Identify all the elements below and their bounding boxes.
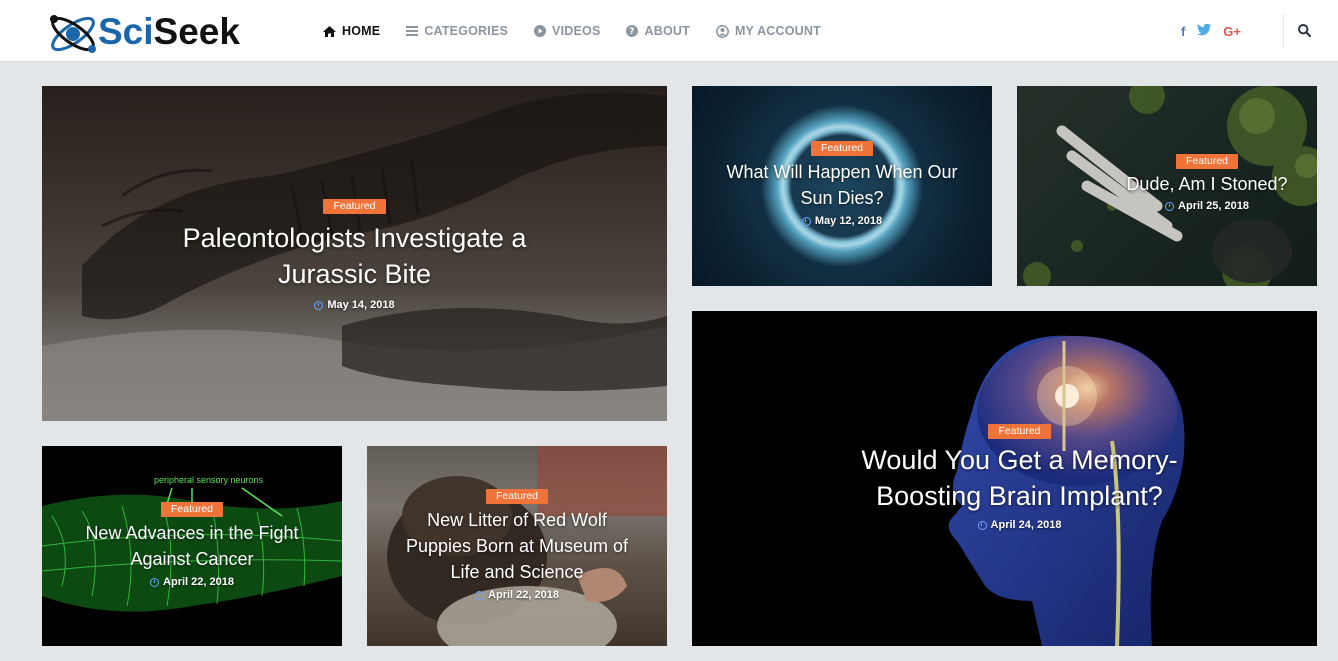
site-name: SciSeek	[98, 11, 240, 53]
post-date-text: April 22, 2018	[488, 589, 559, 601]
home-icon	[323, 25, 336, 37]
search-icon[interactable]	[1298, 24, 1312, 42]
post-tile-cancer[interactable]: peripheral sensory neurons Featured New …	[42, 446, 342, 646]
main-nav: HOME CATEGORIES VIDEOS ? ABOUT MY ACCOUN…	[323, 0, 847, 62]
post-caption: Featured New Litter of Red Wolf Puppies …	[367, 486, 667, 601]
nav-categories[interactable]: CATEGORIES	[406, 24, 508, 38]
nav-home[interactable]: HOME	[323, 24, 380, 38]
nav-about[interactable]: ? ABOUT	[626, 24, 690, 38]
clock-icon	[977, 520, 987, 530]
post-date-text: April 22, 2018	[163, 576, 234, 588]
site-logo[interactable]: SciSeek	[44, 4, 240, 60]
clock-icon	[1165, 201, 1175, 211]
site-name-part1: Sci	[98, 11, 154, 52]
clock-icon	[801, 216, 811, 226]
post-caption: Featured What Will Happen When Our Sun D…	[692, 138, 992, 227]
featured-badge[interactable]: Featured	[1175, 154, 1239, 169]
play-icon	[534, 25, 547, 37]
post-title[interactable]: Dude, Am I Stoned?	[1087, 171, 1317, 197]
nav-videos-label: VIDEOS	[552, 24, 601, 38]
facebook-icon[interactable]: f	[1181, 24, 1185, 39]
featured-badge[interactable]: Featured	[160, 502, 224, 517]
featured-badge[interactable]: Featured	[988, 424, 1051, 439]
post-date-text: May 12, 2018	[814, 215, 883, 227]
post-tile-stoned[interactable]: Featured Dude, Am I Stoned? April 25, 20…	[1017, 86, 1317, 286]
atom-logo-icon	[44, 5, 102, 59]
post-date-text: May 14, 2018	[327, 299, 395, 311]
svg-text:?: ?	[630, 27, 635, 37]
site-name-part2: Seek	[153, 11, 240, 52]
site-header: SciSeek HOME CATEGORIES VIDEOS ? ABOUT M…	[0, 0, 1338, 62]
post-tile-brain-implant[interactable]: Featured Would You Get a Memory-Boosting…	[692, 311, 1317, 646]
social-links: f G+	[1169, 0, 1241, 62]
featured-badge[interactable]: Featured	[323, 199, 386, 214]
clock-icon	[475, 590, 485, 600]
twitter-icon[interactable]	[1197, 23, 1212, 39]
post-tile-paleontologists[interactable]: Featured Paleontologists Investigate a J…	[42, 86, 667, 421]
header-divider	[1283, 14, 1284, 48]
post-caption: Featured Dude, Am I Stoned? April 25, 20…	[1087, 151, 1317, 212]
user-icon	[715, 24, 729, 38]
post-caption: Featured New Advances in the Fight Again…	[42, 499, 342, 588]
post-title[interactable]: New Advances in the Fight Against Cancer	[77, 520, 307, 572]
featured-badge[interactable]: Featured	[485, 489, 549, 504]
post-date-text: April 24, 2018	[990, 519, 1062, 531]
post-date-text: April 25, 2018	[1178, 200, 1249, 212]
nav-my-account[interactable]: MY ACCOUNT	[715, 24, 821, 38]
nav-categories-label: CATEGORIES	[424, 24, 509, 38]
clock-icon	[314, 300, 324, 310]
post-title[interactable]: Paleontologists Investigate a Jurassic B…	[145, 220, 565, 292]
menu-icon	[406, 26, 419, 36]
post-title[interactable]: Would You Get a Memory-Boosting Brain Im…	[840, 442, 1200, 514]
post-date: April 25, 2018	[1087, 200, 1317, 212]
post-title[interactable]: New Litter of Red Wolf Puppies Born at M…	[397, 507, 637, 585]
post-tile-red-wolf[interactable]: Featured New Litter of Red Wolf Puppies …	[367, 446, 667, 646]
clock-icon	[150, 577, 160, 587]
google-plus-icon[interactable]: G+	[1223, 24, 1241, 39]
nav-home-label: HOME	[342, 24, 381, 38]
post-caption: Featured Would You Get a Memory-Boosting…	[712, 421, 1317, 531]
nav-videos[interactable]: VIDEOS	[534, 24, 600, 38]
nav-my-account-label: MY ACCOUNT	[734, 24, 821, 38]
post-caption: Featured Paleontologists Investigate a J…	[42, 196, 667, 311]
post-date: April 22, 2018	[42, 576, 342, 588]
nav-about-label: ABOUT	[644, 24, 690, 38]
post-date: April 22, 2018	[367, 589, 667, 601]
post-tile-sun-dies[interactable]: Featured What Will Happen When Our Sun D…	[692, 86, 992, 286]
post-date: April 24, 2018	[712, 519, 1317, 531]
post-date: May 12, 2018	[692, 215, 992, 227]
question-icon: ?	[626, 25, 639, 37]
post-title[interactable]: What Will Happen When Our Sun Dies?	[717, 159, 967, 211]
featured-badge[interactable]: Featured	[810, 141, 874, 156]
image-label: peripheral sensory neurons	[154, 475, 264, 485]
post-date: May 14, 2018	[42, 299, 667, 311]
